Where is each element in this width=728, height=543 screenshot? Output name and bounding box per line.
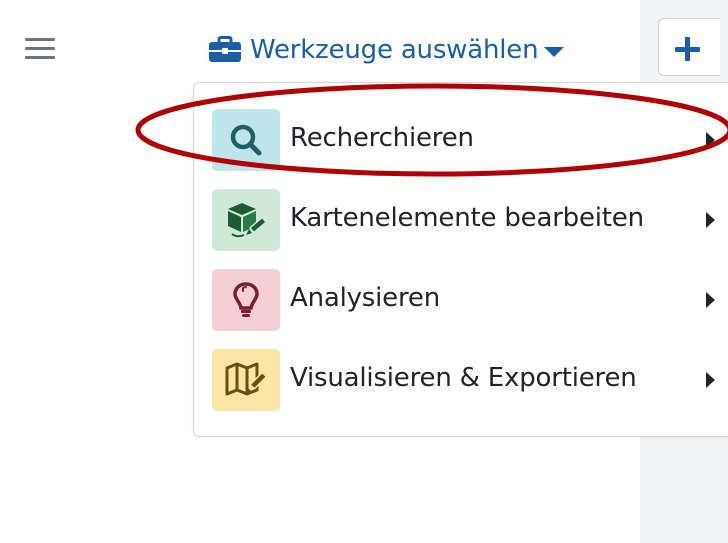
- menu-item-visualisieren-exportieren[interactable]: Visualisieren & Exportieren: [212, 349, 728, 411]
- menu-item-label: Recherchieren: [290, 123, 474, 153]
- hamburger-menu-icon[interactable]: [25, 35, 55, 63]
- lightbulb-icon: [233, 282, 259, 317]
- tools-dropdown-label: Werkzeuge auswählen: [250, 35, 539, 65]
- menu-item-label: Visualisieren & Exportieren: [290, 363, 637, 393]
- map-pencil-icon: [225, 362, 267, 396]
- chevron-right-icon: [706, 292, 715, 308]
- briefcase-icon: [209, 36, 241, 62]
- menu-item-label: Kartenelemente bearbeiten: [290, 203, 644, 233]
- chevron-right-icon: [706, 212, 715, 228]
- add-button[interactable]: [658, 18, 720, 76]
- menu-item-label: Analysieren: [290, 283, 440, 313]
- edit-map-elements-icon: [228, 203, 267, 238]
- tools-dropdown-menu: Recherchieren Kartenelemente bearbeiten: [193, 82, 728, 437]
- search-icon: [230, 124, 262, 156]
- menu-item-recherchieren[interactable]: Recherchieren: [212, 109, 728, 171]
- chevron-down-icon: [544, 46, 565, 57]
- icon-tile: [212, 189, 280, 251]
- tools-dropdown-toggle[interactable]: Werkzeuge auswählen: [208, 30, 565, 70]
- icon-tile: [212, 269, 280, 331]
- icon-tile: [212, 349, 280, 411]
- chevron-right-icon: [706, 132, 715, 148]
- chevron-right-icon: [706, 372, 715, 388]
- icon-tile: [212, 109, 280, 171]
- menu-item-kartenelemente-bearbeiten[interactable]: Kartenelemente bearbeiten: [212, 189, 728, 251]
- menu-item-analysieren[interactable]: Analysieren: [212, 269, 728, 331]
